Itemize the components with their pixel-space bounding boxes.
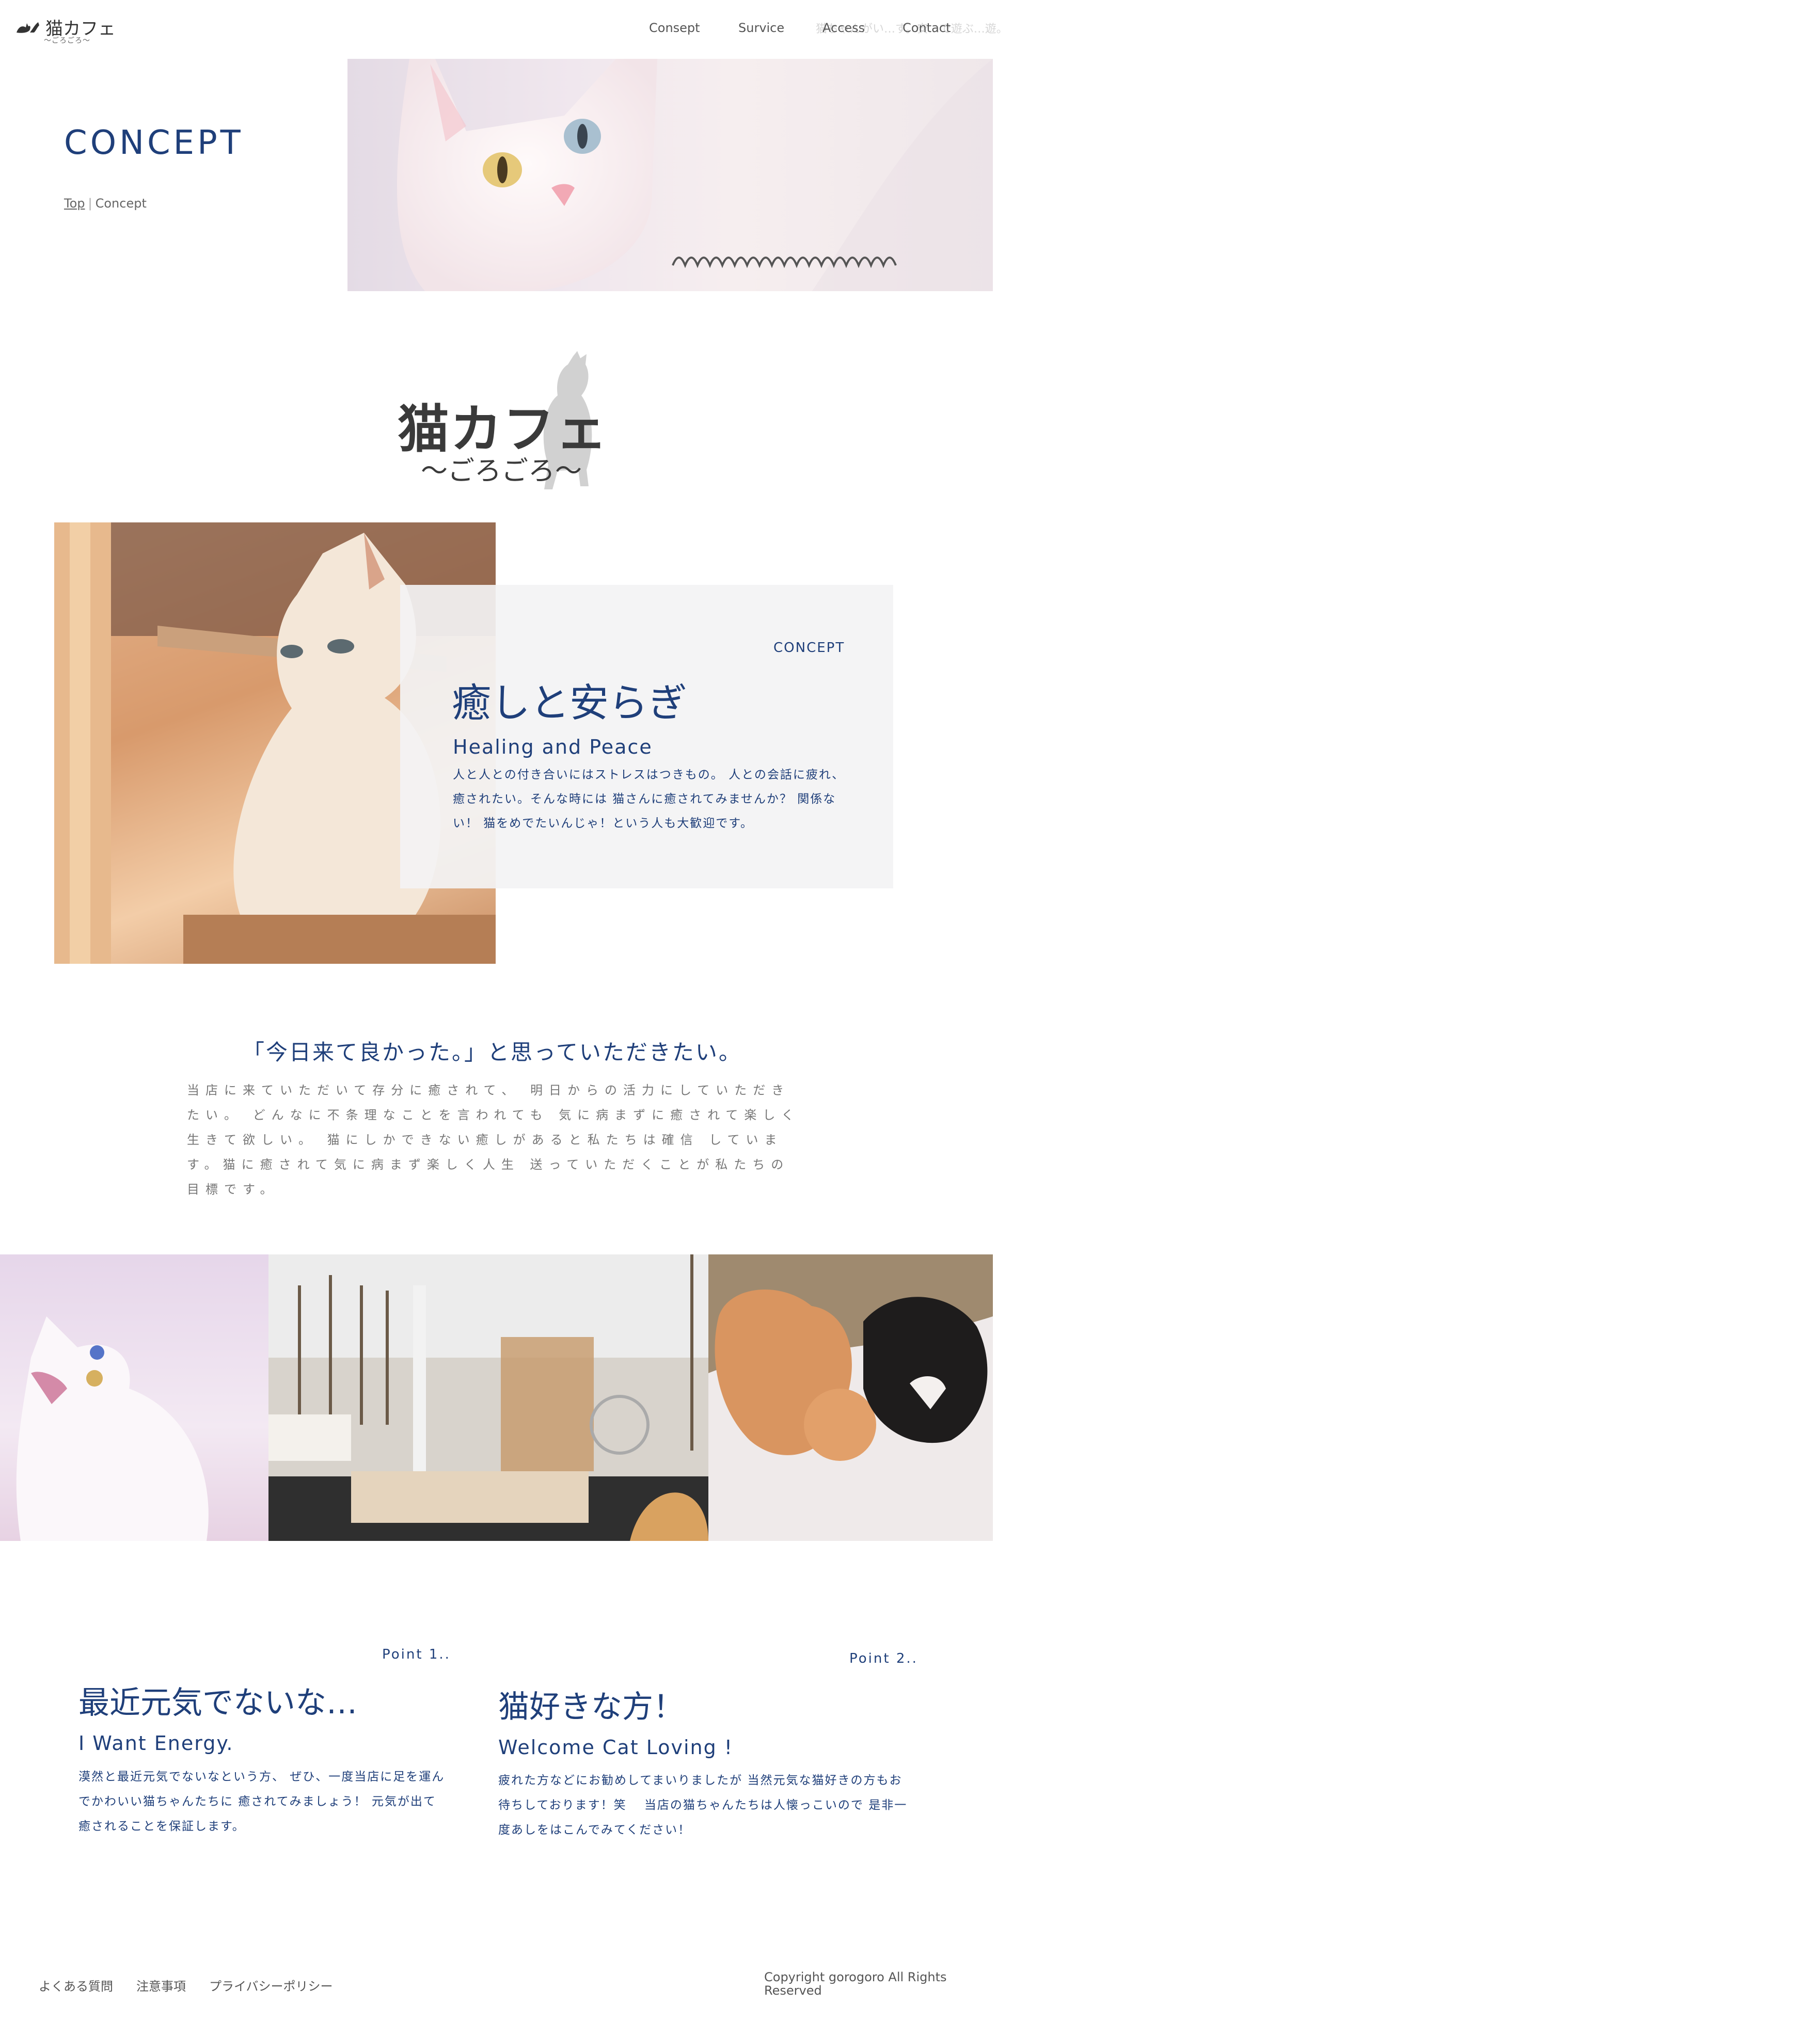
message-title: 「今日来て良かった。」と思っていただきたい。 bbox=[243, 1040, 742, 1065]
point-1-title: 最近元気でないな… bbox=[78, 1685, 357, 1721]
footer-link-faq[interactable]: よくある質問 bbox=[39, 1976, 113, 1994]
nav-item-access[interactable]: Access bbox=[822, 21, 865, 35]
point-2-title: 猫好きな方！ bbox=[498, 1689, 684, 1725]
point-1-eyebrow: Point 1.. bbox=[382, 1647, 451, 1662]
point-1-body: 漠然と最近元気でないなという方、 ぜひ、一度当店に足を運んでかわいい猫ちゃんたち… bbox=[78, 1770, 445, 1833]
logo-subtitle: 〜ごろごろ〜 bbox=[44, 37, 90, 45]
nav-item-survice[interactable]: Survice bbox=[738, 21, 784, 35]
concept-eyebrow: CONCEPT bbox=[773, 640, 845, 656]
page-title: CONCEPT bbox=[64, 124, 244, 162]
nav-item-consept[interactable]: Consept bbox=[649, 21, 700, 35]
copyright-text: Copyright gorogoro All Rights Reserved bbox=[764, 1970, 947, 1998]
gallery-photo-white-cat bbox=[0, 1254, 268, 1541]
point-1-subtitle: I Want Energy. bbox=[78, 1732, 234, 1755]
hero-cat-image bbox=[347, 59, 993, 291]
footer-link-notes[interactable]: 注意事項 bbox=[136, 1976, 186, 1994]
footer-links: よくある質問 注意事項 プライバシーポリシー bbox=[39, 1976, 333, 1994]
gallery-photo-cafe-interior bbox=[268, 1254, 708, 1541]
cat-logo-icon bbox=[17, 22, 39, 33]
breadcrumb-top-link[interactable]: Top bbox=[64, 196, 85, 211]
concept-body: 人と人との付き合いにはストレスはつきもの。 人との会話に疲れ、癒されたい。そんな… bbox=[453, 768, 845, 830]
point-2-eyebrow: Point 2.. bbox=[849, 1651, 918, 1666]
breadcrumb: Top | Concept bbox=[64, 196, 147, 211]
footer-link-privacy[interactable]: プライバシーポリシー bbox=[209, 1976, 333, 1994]
point-2-subtitle: Welcome Cat Loving ! bbox=[498, 1736, 734, 1759]
breadcrumb-separator: | bbox=[88, 196, 92, 211]
concept-title: 癒しと安らぎ bbox=[452, 680, 687, 726]
nav-item-contact[interactable]: Contact bbox=[903, 21, 951, 35]
gallery-photo-kittens bbox=[708, 1254, 993, 1541]
concept-subtitle: Healing and Peace bbox=[453, 736, 653, 758]
brand-subtitle: 〜ごろごろ〜 bbox=[421, 456, 582, 487]
white-cat-illustration bbox=[397, 59, 993, 291]
point-2-body: 疲れた方などにお勧めしてまいりましたが 当然元気な猫好きの方もお待ちしております… bbox=[498, 1774, 908, 1837]
message-body: 当店に来ていただいて存分に癒されて、 明日からの活力にしていただきたい。 どんな… bbox=[187, 1083, 800, 1197]
breadcrumb-current: Concept bbox=[95, 196, 147, 211]
